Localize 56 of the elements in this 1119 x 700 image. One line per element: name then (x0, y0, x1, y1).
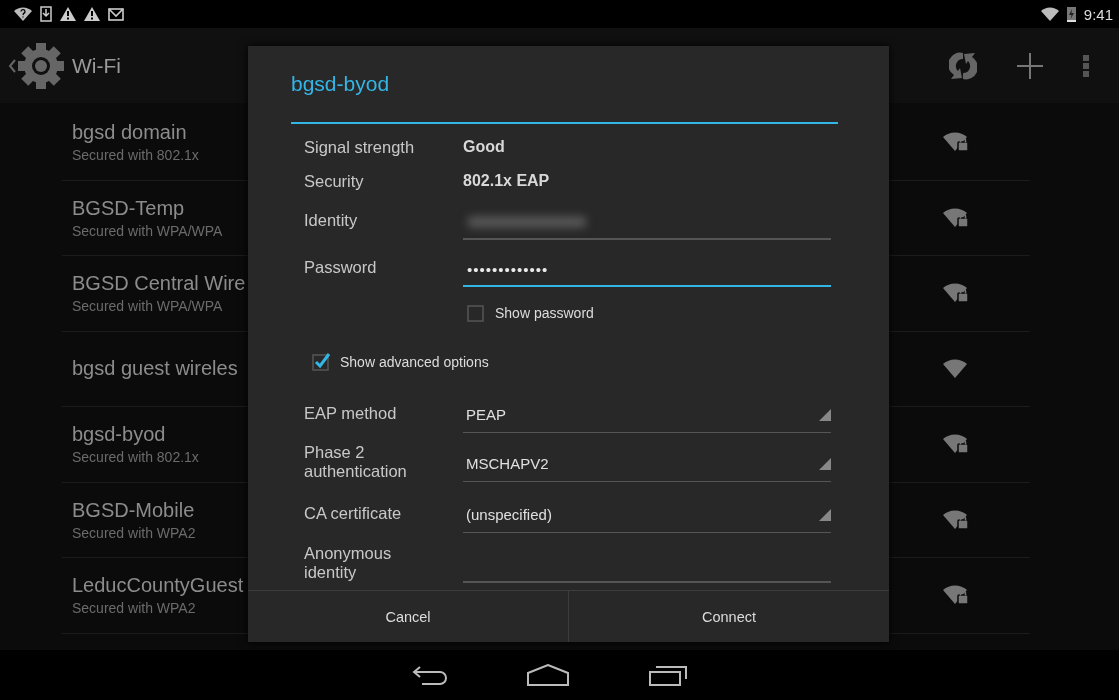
settings-icon[interactable] (16, 40, 66, 91)
show-advanced-checkbox[interactable]: Show advanced options (312, 352, 489, 372)
network-name: BGSD-Temp (72, 196, 185, 220)
warning-icon (84, 7, 100, 21)
clock: 9:41 (1083, 5, 1113, 23)
wifi-question-icon (14, 7, 32, 21)
network-name: bgsd guest wireles (72, 357, 238, 381)
field-label: EAP method (304, 403, 398, 423)
wifi-lock-icon (942, 433, 970, 456)
dropdown[interactable]: (unspecified) (463, 497, 831, 533)
network-security: Secured with WPA/WPA (72, 222, 223, 239)
wifi-lock-icon (942, 131, 970, 154)
network-security: Secured with 802.1x (72, 449, 199, 466)
dropdown-corner-icon (819, 408, 831, 421)
network-security: Secured with WPA2 (72, 600, 196, 617)
wifi-lock-icon (942, 282, 970, 305)
info-label: Signal strength (304, 137, 416, 157)
dropdown[interactable]: PEAP (463, 397, 831, 433)
network-security: Secured with WPA/WPA (72, 298, 223, 315)
dropdown-corner-icon (819, 457, 831, 470)
network-name: LeducCountyGuest (72, 574, 244, 598)
text-field[interactable]: ••••••••••••• (463, 253, 831, 287)
wifi-icon (942, 357, 970, 380)
wifi-lock-icon (942, 508, 970, 531)
info-value: Good (463, 138, 505, 156)
network-name: bgsd domain (72, 121, 187, 145)
checkbox[interactable] (467, 303, 487, 323)
back-caret-icon[interactable] (8, 58, 16, 73)
network-name: BGSD Central Wire (72, 272, 246, 296)
network-security: Secured with WPA2 (72, 524, 196, 541)
dropdown-corner-icon (819, 508, 831, 521)
show-password-checkbox[interactable]: Show password (467, 303, 594, 323)
info-label: Security (304, 171, 365, 191)
dialog-title: bgsd-byod (291, 72, 390, 96)
field-label: Anonymous identity (304, 544, 393, 582)
download-icon (40, 6, 52, 22)
network-name: bgsd-byod (72, 423, 166, 447)
dialog-button[interactable]: Connect (569, 591, 889, 642)
menu-icon[interactable] (1083, 54, 1089, 77)
warning-icon (60, 7, 76, 21)
wifi-lock-icon (942, 206, 970, 229)
wifi-lock-icon (942, 584, 970, 607)
field-label: Phase 2 authentication (304, 443, 408, 481)
field-label: CA certificate (304, 503, 403, 523)
network-security: Secured with 802.1x (72, 147, 199, 164)
network-name: BGSD-Mobile (72, 498, 195, 522)
info-value: 802.1x EAP (463, 172, 550, 190)
checkbox[interactable] (312, 352, 332, 372)
screen-title: Wi-Fi (72, 53, 121, 78)
field-label: Password (304, 257, 378, 277)
battery-charging-icon (1066, 6, 1076, 22)
dialog-button[interactable]: Cancel (248, 591, 569, 642)
wifi-icon (1040, 7, 1059, 21)
mail-icon (108, 7, 124, 21)
dropdown[interactable]: MSCHAPV2 (463, 446, 831, 482)
field-label: Identity (304, 210, 359, 230)
